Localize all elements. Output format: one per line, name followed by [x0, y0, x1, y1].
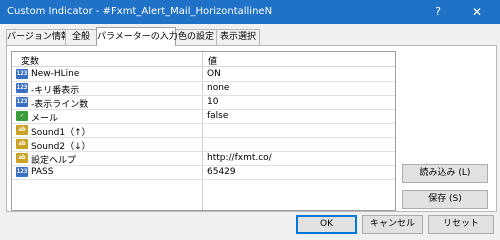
parameter-name: -表示ライン数	[31, 100, 89, 110]
parameter-row[interactable]: 123 -表示ライン数 10	[12, 96, 395, 110]
reset-button[interactable]: リセット	[428, 215, 494, 234]
string-icon: ab	[16, 139, 28, 149]
integer-icon: 123	[16, 167, 28, 177]
save-button[interactable]: 保存 (S)	[402, 190, 488, 209]
column-header-value[interactable]: 値	[208, 54, 217, 67]
boolean-icon: ✓	[16, 111, 28, 121]
tab-general[interactable]: 全般	[65, 29, 97, 45]
parameter-row[interactable]: ab Sound1（↑）	[12, 124, 395, 138]
parameter-grid: 変数 値 123 New-HLine ON 123 -キリ番表示 none 123 -表示ライ…	[11, 51, 396, 211]
string-icon: ab	[16, 125, 28, 135]
parameter-row[interactable]: 123 New-HLine ON	[12, 68, 395, 82]
parameter-name: New-HLine	[31, 69, 80, 79]
integer-icon: 123	[16, 83, 28, 93]
parameter-value[interactable]: http://fxmt.co/	[207, 153, 272, 163]
parameter-row[interactable]: ab Sound2（↓）	[12, 138, 395, 152]
parameter-name: Sound2（↓）	[31, 142, 91, 152]
parameter-name: PASS	[31, 167, 54, 177]
integer-icon: 123	[16, 97, 28, 107]
parameter-row[interactable]: ✓ メール false	[12, 110, 395, 124]
tab-visualization[interactable]: 表示選択	[216, 29, 260, 45]
parameter-row[interactable]: ab 設定ヘルプ http://fxmt.co/	[12, 152, 395, 166]
grid-header: 変数 値	[12, 52, 395, 67]
parameter-value[interactable]: 65429	[207, 167, 236, 177]
close-icon[interactable]: ✕	[460, 0, 494, 24]
integer-icon: 123	[16, 69, 28, 79]
parameter-value[interactable]: ON	[207, 69, 221, 79]
tab-colors[interactable]: 色の設定	[175, 29, 217, 45]
parameter-value[interactable]: 10	[207, 97, 218, 107]
help-icon[interactable]: ?	[424, 0, 452, 24]
window-title: Custom Indicator - #Fxmt_Alert_Mail_Hori…	[7, 6, 273, 17]
parameter-value[interactable]: none	[207, 83, 229, 93]
tab-version-info[interactable]: バージョン情報	[6, 29, 70, 45]
cancel-button[interactable]: キャンセル	[362, 215, 423, 234]
load-button[interactable]: 読み込み (L)	[402, 164, 488, 183]
ok-button[interactable]: OK	[296, 215, 357, 234]
column-header-variable[interactable]: 変数	[21, 54, 39, 67]
string-icon: ab	[16, 153, 28, 163]
parameter-name: 設定ヘルプ	[31, 156, 77, 166]
parameter-row[interactable]: 123 PASS 65429	[12, 166, 395, 180]
parameter-name: メール	[31, 114, 59, 124]
tab-parameters[interactable]: パラメーターの入力	[96, 27, 178, 46]
title-bar: Custom Indicator - #Fxmt_Alert_Mail_Hori…	[0, 0, 500, 24]
parameter-name: Sound1（↑）	[31, 128, 91, 138]
parameter-value[interactable]: false	[207, 111, 228, 121]
parameter-row[interactable]: 123 -キリ番表示 none	[12, 82, 395, 96]
parameter-name: -キリ番表示	[31, 86, 80, 96]
